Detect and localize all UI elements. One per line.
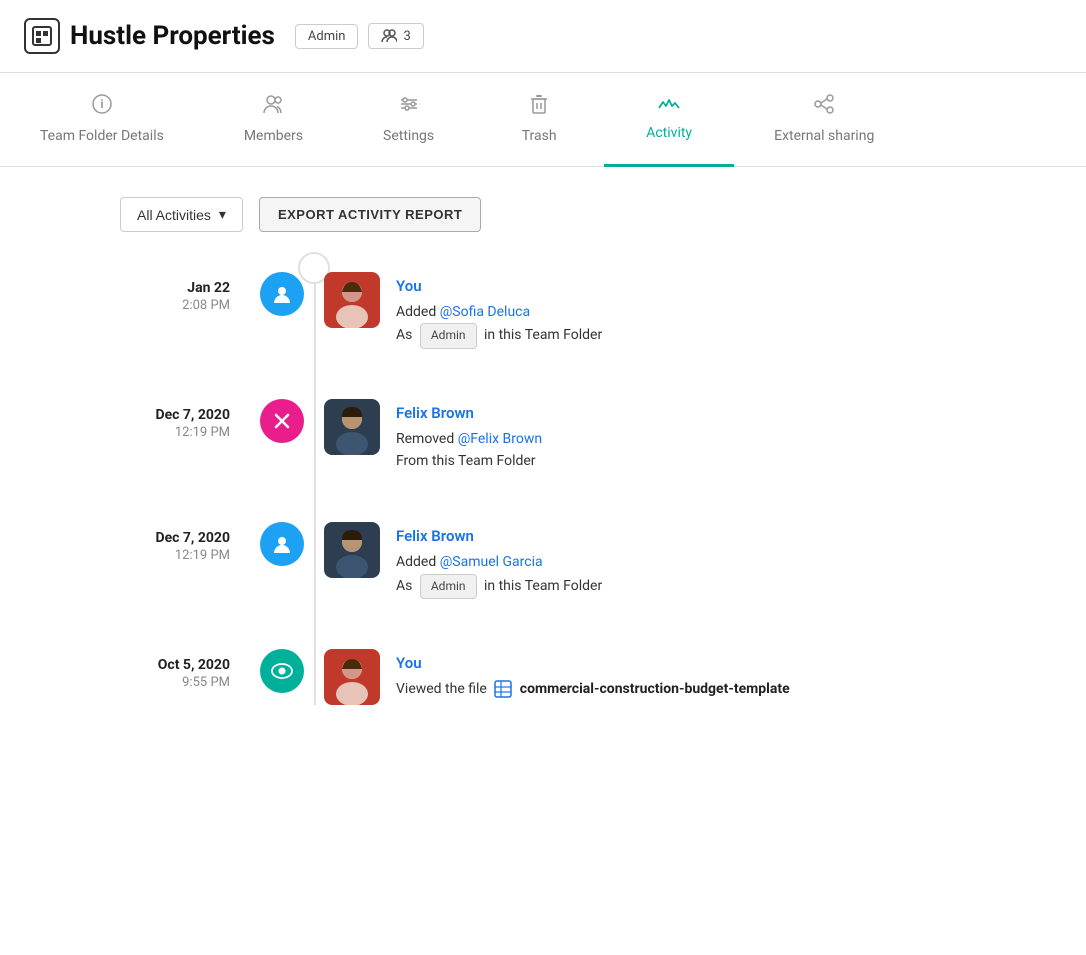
tab-label: External sharing	[774, 128, 874, 144]
activity-content: You Added @Sofia Deluca As Admin in this…	[396, 272, 602, 349]
trash-icon	[528, 93, 550, 120]
tab-label: Members	[244, 128, 303, 144]
activity-date: Dec 7, 2020 12:19 PM	[60, 399, 260, 440]
role-badge: Admin	[420, 323, 477, 348]
tab-label: Trash	[522, 128, 557, 144]
activity-date: Dec 7, 2020 12:19 PM	[60, 522, 260, 563]
app-logo: Hustle Properties	[24, 18, 275, 54]
activity-actor-link[interactable]: Felix Brown	[396, 404, 474, 422]
chevron-down-icon: ▾	[219, 206, 226, 223]
tab-team-folder-details[interactable]: i Team Folder Details	[0, 73, 204, 167]
external-sharing-icon	[813, 93, 835, 120]
toolbar: All Activities ▾ EXPORT ACTIVITY REPORT	[120, 197, 1026, 232]
activity-actor-link[interactable]: You	[396, 277, 422, 295]
activity-avatar	[324, 399, 380, 455]
tabs-nav: i Team Folder Details Members	[0, 73, 1086, 167]
activity-description: Added @Sofia Deluca As Admin in this Tea…	[396, 301, 602, 349]
activity-content: You Viewed the file commercial-construct…	[396, 649, 790, 700]
tab-activity[interactable]: Activity	[604, 73, 734, 167]
activity-date-label: Dec 7, 2020	[60, 407, 230, 423]
activity-time: 12:19 PM	[60, 548, 230, 563]
activity-actor-link[interactable]: You	[396, 654, 422, 672]
tab-label: Activity	[646, 125, 692, 141]
activity-icon	[658, 93, 680, 117]
tab-label: Settings	[383, 128, 434, 144]
tab-external-sharing[interactable]: External sharing	[734, 73, 914, 167]
activity-description: Removed @Felix Brown From this Team Fold…	[396, 428, 542, 473]
activity-item: Jan 22 2:08 PM You	[60, 272, 1026, 349]
activity-date-label: Jan 22	[60, 280, 230, 296]
activity-date-label: Dec 7, 2020	[60, 530, 230, 546]
admin-badge[interactable]: Admin	[295, 24, 359, 49]
activity-item: Oct 5, 2020 9:55 PM You	[60, 649, 1026, 705]
activity-avatar	[324, 649, 380, 705]
tab-trash[interactable]: Trash	[474, 73, 604, 167]
activity-time: 2:08 PM	[60, 298, 230, 313]
filter-label: All Activities	[137, 207, 211, 223]
svg-text:i: i	[100, 97, 103, 111]
tab-members[interactable]: Members	[204, 73, 343, 167]
activity-date-label: Oct 5, 2020	[60, 657, 230, 673]
activity-avatar	[324, 522, 380, 578]
timeline: Jan 22 2:08 PM You	[60, 272, 1026, 705]
activity-node-remove	[260, 399, 304, 443]
activity-description: Added @Samuel Garcia As Admin in this Te…	[396, 551, 602, 599]
mention[interactable]: @Sofia Deluca	[440, 304, 530, 320]
tab-settings[interactable]: Settings	[343, 73, 474, 167]
activity-item: Dec 7, 2020 12:19 PM Felix Br	[60, 399, 1026, 473]
members-icon	[262, 93, 284, 120]
mention[interactable]: @Felix Brown	[458, 431, 542, 447]
activity-avatar	[324, 272, 380, 328]
activity-content: Felix Brown Added @Samuel Garcia As Admi…	[396, 522, 602, 599]
activity-node-user	[260, 522, 304, 566]
activity-time: 12:19 PM	[60, 425, 230, 440]
tab-label: Team Folder Details	[40, 128, 164, 144]
mention[interactable]: @Samuel Garcia	[440, 554, 543, 570]
top-header: Hustle Properties Admin 3	[0, 0, 1086, 73]
members-badge[interactable]: 3	[368, 23, 423, 49]
export-button[interactable]: EXPORT ACTIVITY REPORT	[259, 197, 481, 232]
main-content: All Activities ▾ EXPORT ACTIVITY REPORT …	[0, 167, 1086, 785]
activity-time: 9:55 PM	[60, 675, 230, 690]
activity-date: Jan 22 2:08 PM	[60, 272, 260, 313]
app-title: Hustle Properties	[70, 21, 275, 51]
activity-description: Viewed the file commercial-construction-…	[396, 678, 790, 700]
activity-actor-link[interactable]: Felix Brown	[396, 527, 474, 545]
activity-item: Dec 7, 2020 12:19 PM Felix Br	[60, 522, 1026, 599]
activity-date: Oct 5, 2020 9:55 PM	[60, 649, 260, 690]
members-count: 3	[403, 29, 410, 44]
activity-node-user	[260, 272, 304, 316]
info-icon: i	[91, 93, 113, 120]
settings-icon	[398, 93, 420, 120]
spreadsheet-icon	[494, 681, 515, 697]
role-badge: Admin	[420, 574, 477, 599]
filter-button[interactable]: All Activities ▾	[120, 197, 243, 232]
file-name: commercial-construction-budget-template	[520, 681, 790, 697]
activity-node-eye	[260, 649, 304, 693]
logo-icon	[24, 18, 60, 54]
activity-content: Felix Brown Removed @Felix Brown From th…	[396, 399, 542, 473]
